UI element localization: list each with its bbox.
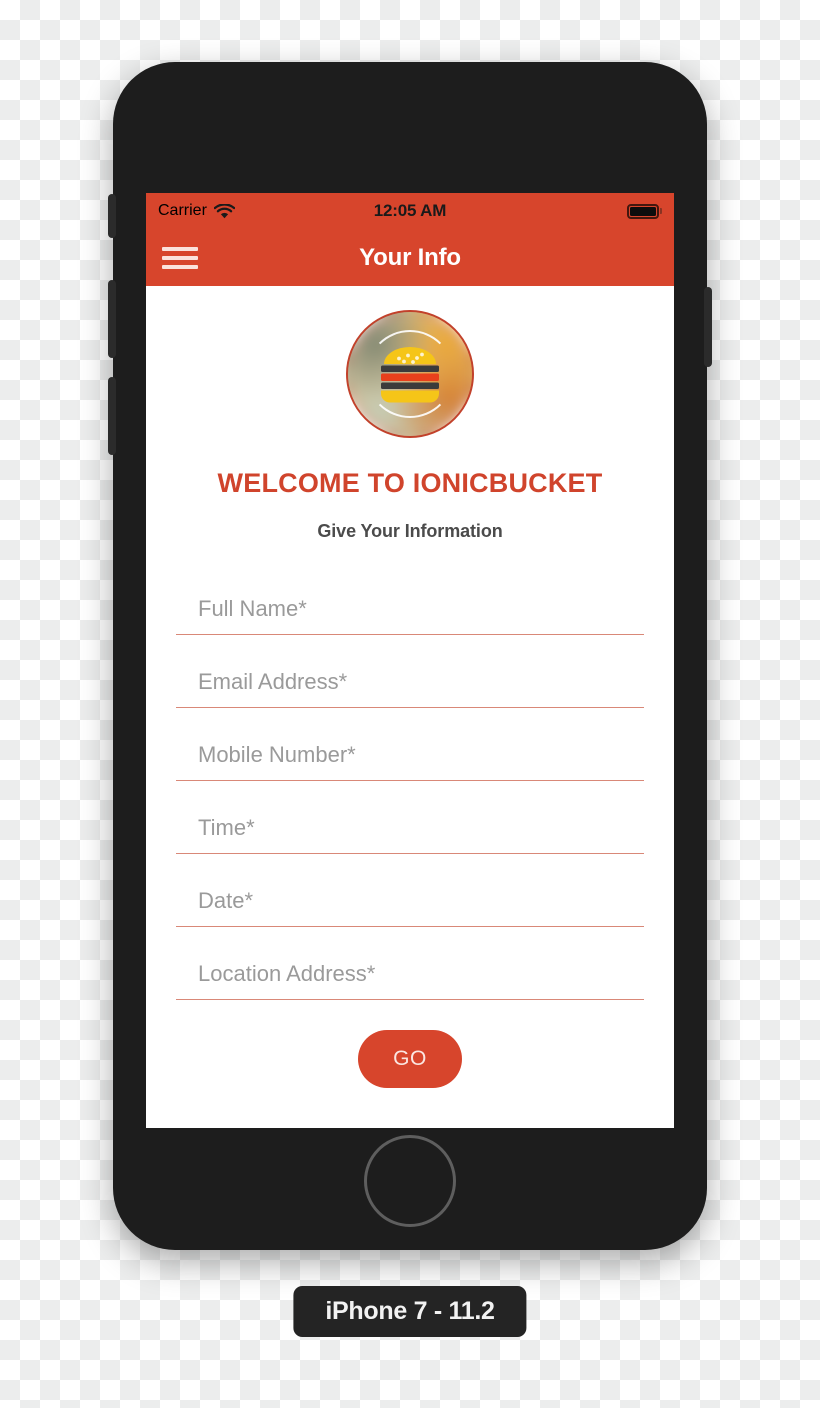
- email-address-input[interactable]: [198, 669, 644, 695]
- carrier-group: Carrier: [158, 202, 235, 220]
- nav-bar: Your Info: [146, 229, 674, 286]
- device-caption: iPhone 7 - 11.2: [293, 1286, 527, 1337]
- carrier-label: Carrier: [158, 202, 207, 219]
- field-location-address[interactable]: [176, 953, 644, 1000]
- status-bar: Carrier 12:05 AM: [146, 193, 674, 229]
- date-input[interactable]: [198, 888, 644, 914]
- field-mobile-number[interactable]: [176, 734, 644, 781]
- info-form: GO: [176, 588, 644, 1088]
- form-subtitle: Give Your Information: [317, 521, 503, 541]
- wifi-icon: [213, 203, 235, 219]
- home-button[interactable]: [364, 1135, 456, 1227]
- welcome-title: WELCOME TO IONICBUCKET: [217, 468, 603, 498]
- hamburger-menu-icon[interactable]: [162, 245, 198, 271]
- volume-down-button[interactable]: [108, 377, 116, 455]
- battery-icon: [626, 203, 662, 219]
- submit-row: GO: [176, 1030, 644, 1088]
- mobile-number-input[interactable]: [198, 742, 644, 768]
- silent-switch[interactable]: [108, 194, 116, 238]
- time-input[interactable]: [198, 815, 644, 841]
- volume-up-button[interactable]: [108, 280, 116, 358]
- field-time[interactable]: [176, 807, 644, 854]
- phone-screen: Carrier 12:05 AM Your Info WELCOME TO IO…: [146, 193, 674, 1128]
- power-button[interactable]: [704, 287, 712, 367]
- field-full-name[interactable]: [176, 588, 644, 635]
- logo-container: [176, 310, 644, 438]
- burger-logo-icon: [346, 310, 474, 438]
- go-button[interactable]: GO: [358, 1030, 462, 1088]
- field-date[interactable]: [176, 880, 644, 927]
- page-title: Your Info: [359, 243, 461, 271]
- full-name-input[interactable]: [198, 596, 644, 622]
- field-email-address[interactable]: [176, 661, 644, 708]
- location-address-input[interactable]: [198, 961, 644, 987]
- phone-device-frame: Carrier 12:05 AM Your Info WELCOME TO IO…: [108, 62, 712, 1250]
- screen-content: WELCOME TO IONICBUCKET Give Your Informa…: [146, 310, 674, 1088]
